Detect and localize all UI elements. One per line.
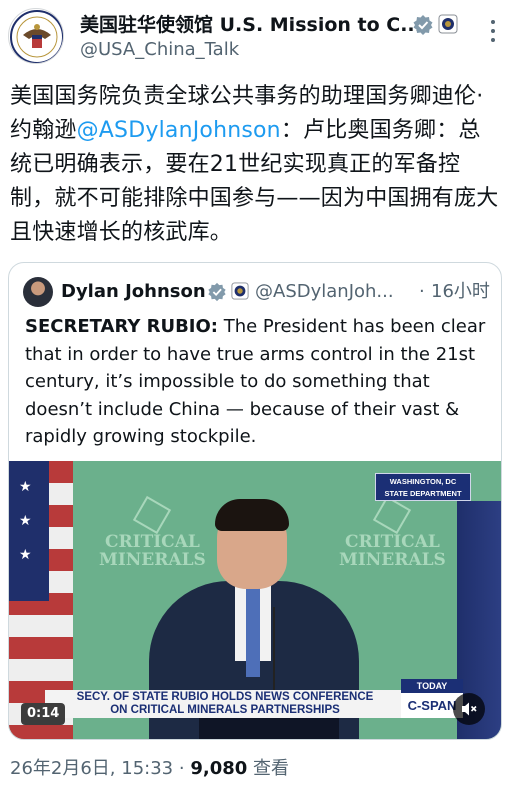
us-seal-affiliate-icon — [231, 282, 249, 300]
author-avatar[interactable] — [8, 8, 64, 64]
quoted-author-badges — [207, 282, 249, 302]
quoted-post-text: SECRETARY RUBIO: The President has been … — [25, 313, 493, 451]
author-handle[interactable]: @USA_China_Talk — [80, 38, 239, 62]
quoted-author-avatar[interactable] — [23, 277, 53, 307]
news-chyron: SECY. OF STATE RUBIO HOLDS NEWS CONFEREN… — [45, 690, 405, 718]
post-meta: 26年2月6日, 15:33 · 9,080 查看 — [10, 756, 289, 782]
quoted-separator: · — [419, 281, 425, 302]
video-player[interactable]: ★ ★ ★ CRITICAL MINERALS CRITICAL MINERALS … — [9, 461, 501, 739]
views-label: 查看 — [253, 758, 289, 779]
quoted-author-name[interactable]: Dylan Johnson — [61, 279, 206, 305]
quoted-post[interactable]: Dylan Johnson @ASDylanJoh... · 16小时 SECR… — [8, 262, 502, 740]
today-label: TODAY — [401, 679, 463, 693]
us-seal-icon — [10, 10, 63, 63]
critical-minerals-watermark: CRITICAL MINERALS — [339, 495, 446, 569]
post-text: 美国国务院负责全球公共事务的助理国务卿迪伦·约翰逊@ASDylanJohnson… — [10, 80, 502, 250]
critical-minerals-watermark: CRITICAL MINERALS — [99, 495, 206, 569]
gray-verified-badge-icon — [208, 282, 226, 302]
author-badges — [412, 14, 458, 36]
mute-button[interactable] — [453, 693, 485, 725]
us-seal-affiliate-icon — [438, 14, 458, 34]
gray-verified-badge-icon — [413, 15, 433, 35]
quoted-author-handle[interactable]: @ASDylanJoh... — [255, 279, 415, 305]
view-count: 9,080 — [190, 758, 248, 779]
meta-separator: · — [178, 758, 185, 779]
microphone — [273, 607, 275, 699]
speaker-muted-icon — [462, 702, 477, 716]
quoted-post-time[interactable]: 16小时 — [431, 279, 490, 305]
mention-link[interactable]: @ASDylanJohnson — [77, 118, 281, 143]
location-bug: WASHINGTON, DC STATE DEPARTMENT — [375, 473, 471, 501]
quoted-bold-prefix: SECRETARY RUBIO: — [25, 316, 219, 337]
post-date[interactable]: 26年2月6日, 15:33 — [10, 758, 173, 779]
more-options-icon[interactable] — [490, 20, 496, 42]
video-duration: 0:14 — [21, 703, 66, 725]
